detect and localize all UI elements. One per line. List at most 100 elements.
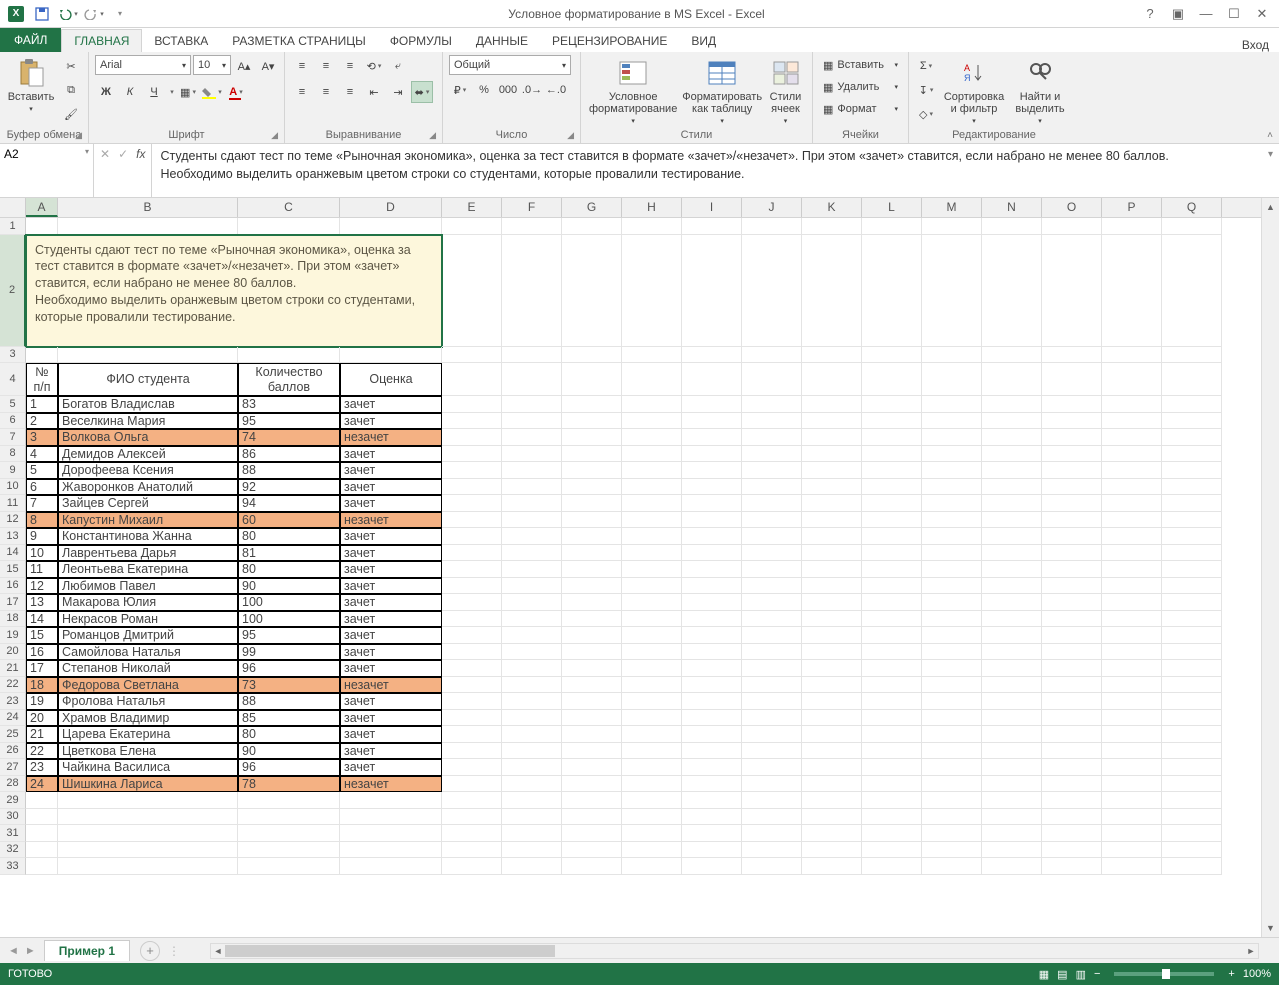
copy-icon[interactable]: ⧉ bbox=[60, 79, 82, 101]
row-header[interactable]: 8 bbox=[0, 446, 26, 463]
sign-in-link[interactable]: Вход bbox=[1242, 38, 1279, 52]
cell[interactable] bbox=[982, 235, 1042, 347]
cell[interactable] bbox=[238, 792, 340, 809]
cell[interactable] bbox=[862, 446, 922, 463]
cell[interactable] bbox=[802, 347, 862, 364]
cell[interactable]: Шишкина Лариса bbox=[58, 776, 238, 793]
cell[interactable] bbox=[862, 693, 922, 710]
cell[interactable]: Храмов Владимир bbox=[58, 710, 238, 727]
cell[interactable] bbox=[562, 611, 622, 628]
cell[interactable] bbox=[862, 660, 922, 677]
cell[interactable]: 100 bbox=[238, 611, 340, 628]
cell[interactable] bbox=[1042, 644, 1102, 661]
cell[interactable]: зачет bbox=[340, 528, 442, 545]
cell[interactable] bbox=[26, 218, 58, 235]
cell[interactable] bbox=[502, 413, 562, 430]
cell[interactable] bbox=[562, 363, 622, 396]
cell[interactable]: 19 bbox=[26, 693, 58, 710]
conditional-formatting-button[interactable]: Условное форматирование▾ bbox=[587, 55, 679, 127]
cell[interactable] bbox=[1102, 347, 1162, 364]
cell[interactable]: Царева Екатерина bbox=[58, 726, 238, 743]
cell[interactable]: 74 bbox=[238, 429, 340, 446]
cell[interactable] bbox=[562, 218, 622, 235]
cell[interactable]: 94 bbox=[238, 495, 340, 512]
cell[interactable]: зачет bbox=[340, 396, 442, 413]
row-header[interactable]: 28 bbox=[0, 776, 26, 793]
decrease-decimal-icon[interactable]: ←.0 bbox=[545, 79, 567, 101]
cell[interactable] bbox=[562, 347, 622, 364]
cell[interactable]: Самойлова Наталья bbox=[58, 644, 238, 661]
font-color-icon[interactable]: А bbox=[225, 81, 247, 103]
cell[interactable] bbox=[862, 611, 922, 628]
cell[interactable] bbox=[1102, 660, 1162, 677]
cell[interactable]: Жаворонков Анатолий bbox=[58, 479, 238, 496]
cell[interactable] bbox=[622, 809, 682, 826]
cell[interactable] bbox=[1042, 825, 1102, 842]
cell[interactable] bbox=[622, 512, 682, 529]
cell[interactable]: 78 bbox=[238, 776, 340, 793]
number-format-combo[interactable]: Общий▾ bbox=[449, 55, 571, 75]
cell[interactable]: зачет bbox=[340, 644, 442, 661]
cell[interactable] bbox=[1162, 413, 1222, 430]
row-header[interactable]: 9 bbox=[0, 462, 26, 479]
cell[interactable] bbox=[1162, 218, 1222, 235]
cell[interactable] bbox=[682, 594, 742, 611]
zoom-level[interactable]: 100% bbox=[1243, 968, 1271, 980]
cell[interactable] bbox=[622, 759, 682, 776]
cell[interactable] bbox=[502, 627, 562, 644]
cell[interactable] bbox=[922, 396, 982, 413]
align-right-icon[interactable]: ≡ bbox=[339, 81, 361, 103]
cell[interactable] bbox=[742, 512, 802, 529]
cell[interactable] bbox=[1162, 677, 1222, 694]
cell[interactable] bbox=[922, 743, 982, 760]
cell[interactable] bbox=[502, 809, 562, 826]
cell[interactable] bbox=[802, 446, 862, 463]
cell[interactable]: 10 bbox=[26, 545, 58, 562]
cell[interactable] bbox=[58, 858, 238, 875]
cell[interactable] bbox=[58, 218, 238, 235]
cell[interactable] bbox=[982, 660, 1042, 677]
cell[interactable] bbox=[1042, 776, 1102, 793]
cell[interactable] bbox=[562, 644, 622, 661]
cell[interactable] bbox=[622, 858, 682, 875]
cell[interactable] bbox=[502, 479, 562, 496]
cell[interactable] bbox=[1102, 644, 1162, 661]
hscroll-thumb[interactable] bbox=[225, 945, 555, 957]
cell[interactable]: Веселкина Мария bbox=[58, 413, 238, 430]
cell[interactable] bbox=[1162, 462, 1222, 479]
cell[interactable] bbox=[1162, 660, 1222, 677]
col-header-B[interactable]: B bbox=[58, 198, 238, 217]
cell[interactable] bbox=[502, 759, 562, 776]
cell[interactable] bbox=[802, 644, 862, 661]
cell[interactable] bbox=[442, 495, 502, 512]
cell[interactable] bbox=[442, 479, 502, 496]
cell[interactable] bbox=[802, 512, 862, 529]
cell[interactable]: зачет bbox=[340, 545, 442, 562]
cell[interactable] bbox=[742, 545, 802, 562]
row-header[interactable]: 6 bbox=[0, 413, 26, 430]
underline-dd-icon[interactable] bbox=[167, 81, 175, 103]
cell[interactable]: 22 bbox=[26, 743, 58, 760]
cell[interactable] bbox=[1102, 842, 1162, 859]
cell[interactable] bbox=[1102, 512, 1162, 529]
cell[interactable] bbox=[238, 809, 340, 826]
cell[interactable] bbox=[26, 858, 58, 875]
cell[interactable] bbox=[742, 842, 802, 859]
cell[interactable]: Лаврентьева Дарья bbox=[58, 545, 238, 562]
cancel-formula-icon[interactable]: ✕ bbox=[100, 147, 110, 161]
accounting-format-icon[interactable]: ₽ bbox=[449, 79, 471, 101]
cell[interactable] bbox=[442, 842, 502, 859]
cell[interactable]: зачет bbox=[340, 462, 442, 479]
col-header-E[interactable]: E bbox=[442, 198, 502, 217]
cell[interactable] bbox=[682, 479, 742, 496]
tab-review[interactable]: РЕЦЕНЗИРОВАНИЕ bbox=[540, 30, 679, 52]
cell[interactable] bbox=[502, 842, 562, 859]
row-header[interactable]: 26 bbox=[0, 743, 26, 760]
cell[interactable] bbox=[502, 677, 562, 694]
cell[interactable] bbox=[862, 710, 922, 727]
cell[interactable] bbox=[1162, 611, 1222, 628]
collapse-ribbon-icon[interactable]: ˄ bbox=[1267, 130, 1273, 141]
cell[interactable] bbox=[502, 594, 562, 611]
cell[interactable] bbox=[1162, 759, 1222, 776]
scroll-up-icon[interactable]: ▲ bbox=[1262, 198, 1279, 216]
